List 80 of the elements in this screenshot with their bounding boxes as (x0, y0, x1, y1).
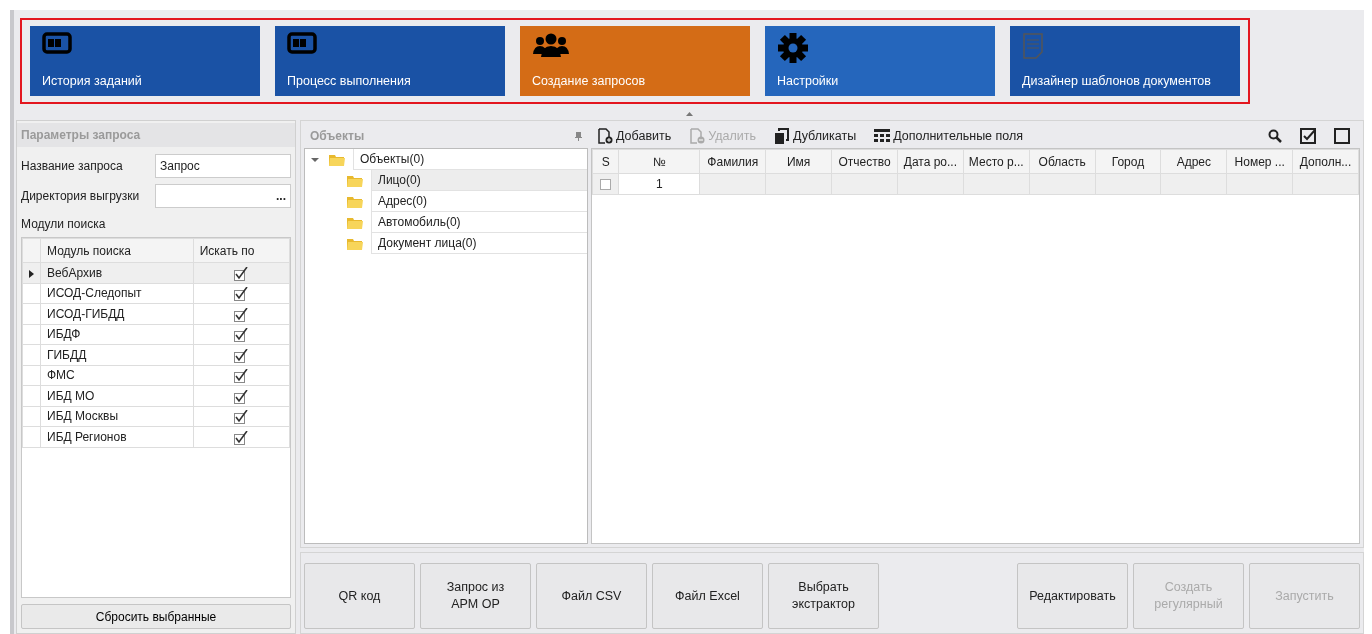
checkbox[interactable] (234, 287, 249, 302)
action-button[interactable]: Запрос из АРМ ОР (420, 563, 531, 629)
table-cell[interactable]: ИБД МО (40, 385, 194, 406)
checkbox[interactable] (234, 307, 249, 322)
duplicate-icon (774, 128, 790, 144)
grid-icon (874, 129, 891, 143)
text-field[interactable]: Запрос (155, 154, 291, 178)
column-header[interactable]: Дата ро... (897, 149, 964, 174)
checkbox[interactable] (234, 266, 249, 281)
document-add-icon (597, 128, 613, 144)
column-header[interactable]: Отчество (831, 149, 898, 174)
action-button[interactable]: Редактировать (1017, 563, 1128, 629)
table-cell[interactable]: ФМС (40, 365, 194, 386)
path-field[interactable]: ... (155, 184, 291, 208)
search-icon[interactable] (1268, 129, 1282, 143)
column-header[interactable]: Город (1095, 149, 1161, 174)
checkbox[interactable] (600, 179, 612, 191)
column-header[interactable]: Номер ... (1226, 149, 1293, 174)
check-all-icon[interactable] (1300, 128, 1316, 144)
people-icon (532, 32, 570, 58)
tree-item[interactable]: Адрес(0) (371, 191, 587, 212)
tree-item[interactable]: Документ лица(0) (371, 233, 587, 254)
toolbar-button[interactable]: Дубликаты (774, 126, 857, 146)
document-remove-icon (689, 128, 706, 144)
ribbon-tile[interactable]: Настройки (765, 26, 995, 96)
action-button[interactable]: Файл CSV (536, 563, 647, 629)
table-cell[interactable]: ИБД Регионов (40, 426, 194, 447)
folder-icon (347, 236, 363, 251)
column-header[interactable]: Область (1029, 149, 1096, 174)
ribbon-tile[interactable]: Процесс выполнения (275, 26, 505, 96)
panel-icon (42, 32, 72, 54)
panel-title: Параметры запроса (17, 123, 295, 147)
tree-item[interactable]: Лицо(0) (371, 170, 587, 191)
checkbox[interactable] (234, 410, 249, 425)
checkbox[interactable] (234, 430, 249, 445)
column-header[interactable]: № (618, 149, 700, 174)
panel-title: Объекты (310, 128, 365, 145)
column-header[interactable]: S (592, 149, 619, 174)
pin-icon[interactable] (575, 131, 582, 141)
document-icon (1022, 32, 1044, 60)
toolbar-button[interactable]: Дополнительные поля (874, 126, 1024, 146)
column-header: Модуль поиска (40, 238, 194, 263)
column-header[interactable]: Место р... (963, 149, 1030, 174)
field-label: Название запроса (21, 158, 124, 175)
column-header[interactable]: Имя (765, 149, 832, 174)
toolbar-button[interactable]: Добавить (597, 126, 672, 146)
gear-icon (777, 32, 809, 64)
action-button[interactable]: QR код (304, 563, 415, 629)
action-button[interactable]: Файл Excel (652, 563, 763, 629)
expanded-icon[interactable] (311, 156, 319, 163)
table-cell[interactable]: ГИБДД (40, 344, 194, 365)
action-button[interactable]: Выбрать экстрактор (768, 563, 879, 629)
column-header[interactable]: Дополн... (1292, 149, 1359, 174)
ribbon-tile[interactable]: Дизайнер шаблонов документов (1010, 26, 1240, 96)
folder-icon (329, 152, 345, 167)
column-header[interactable]: Фамилия (699, 149, 766, 174)
table-cell[interactable]: ИСОД-Следопыт (40, 283, 194, 304)
folder-icon (347, 173, 363, 188)
tree-item[interactable]: Автомобиль(0) (371, 212, 587, 233)
row-pointer-icon (29, 269, 34, 278)
collapse-icon[interactable] (685, 112, 693, 116)
field-label: Директория выгрузки (21, 188, 141, 205)
reset-button[interactable]: Сбросить выбранные (21, 604, 291, 629)
column-header[interactable]: Адрес (1160, 149, 1227, 174)
table-cell[interactable]: ИБД Москвы (40, 406, 194, 427)
checkbox[interactable] (234, 328, 249, 343)
table-cell[interactable]: ИСОД-ГИБДД (40, 303, 194, 324)
column-header: Искать по (193, 238, 290, 263)
folder-icon (347, 215, 363, 230)
ribbon-tile[interactable]: Создание запросов (520, 26, 750, 96)
ribbon-tile[interactable]: История заданий (30, 26, 260, 96)
browse-button[interactable]: ... (276, 187, 286, 205)
folder-icon (347, 194, 363, 209)
checkbox[interactable] (234, 348, 249, 363)
table-cell[interactable]: ИБДФ (40, 324, 194, 345)
section-label: Модули поиска (21, 216, 107, 233)
uncheck-all-icon[interactable] (1334, 128, 1350, 144)
checkbox[interactable] (234, 389, 249, 404)
checkbox[interactable] (234, 369, 249, 384)
panel-icon (287, 32, 317, 54)
